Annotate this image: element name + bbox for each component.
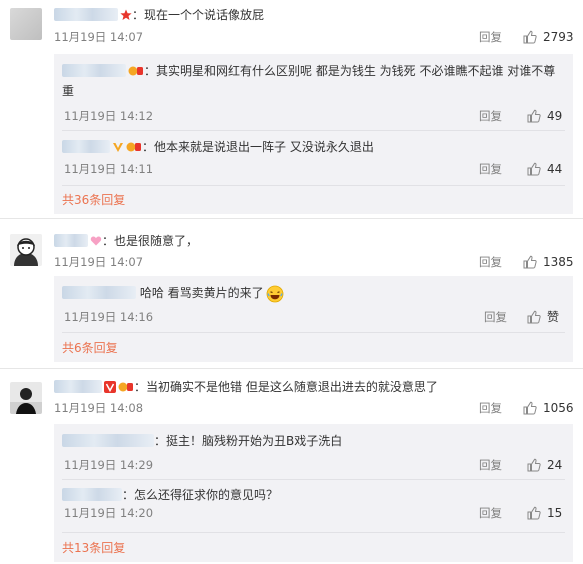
- reply-button[interactable]: 回复: [479, 254, 502, 270]
- thumb-up-icon: [523, 255, 537, 269]
- reply-item: ：怎么还得征求你的意见吗？ 11月19日 14:20 回复 15: [54, 482, 573, 532]
- username[interactable]: [62, 140, 110, 153]
- timestamp: 11月19日 14:11: [64, 162, 154, 176]
- laughing-emoji-icon: [266, 285, 284, 304]
- comment-thread: ：现在一个个说话像放屁 11月19日 14:07 回复 2793 ：其实明星和网…: [0, 0, 583, 214]
- divider: [62, 185, 565, 186]
- divider: [62, 479, 565, 480]
- thumb-up-icon: [523, 30, 537, 44]
- thumb-up-icon: [527, 162, 541, 176]
- reply-text: 哈哈 看骂卖黄片的来了: [139, 286, 264, 300]
- like-count: 44: [547, 162, 563, 176]
- comment-text: ：也是很随意了，: [102, 234, 199, 248]
- heart-badge-icon: [90, 234, 102, 252]
- reply-button[interactable]: 回复: [479, 108, 502, 124]
- comment-thread: ：当初确实不是他错 但是这么随意退出进去的就没意思了 11月19日 14:08 …: [0, 374, 583, 562]
- username[interactable]: [62, 488, 122, 501]
- vip-badge-icon: [118, 380, 134, 398]
- divider: [62, 130, 565, 131]
- like-button[interactable]: 1056: [523, 399, 574, 417]
- vip-badge-icon: [126, 140, 142, 158]
- like-count: 49: [547, 109, 563, 123]
- verified-v-icon: [112, 140, 124, 158]
- reply-text: ：怎么还得征求你的意见吗？: [122, 488, 279, 502]
- like-button[interactable]: 15: [527, 504, 562, 522]
- comment-meta: 11月19日 14:07 回复 2793: [54, 29, 583, 45]
- reply-text: ：他本来就是说退出一阵子 又没说永久退出: [142, 140, 374, 154]
- more-replies-link[interactable]: 共13条回复: [62, 540, 125, 556]
- reply-button[interactable]: 回复: [484, 309, 507, 325]
- like-count: 15: [547, 506, 563, 520]
- timestamp: 11月19日 14:16: [64, 310, 154, 324]
- divider: [62, 532, 565, 533]
- username[interactable]: [62, 434, 154, 447]
- like-button[interactable]: 2793: [523, 28, 574, 46]
- comment-text: ：当初确实不是他错 但是这么随意退出进去的就没意思了: [134, 380, 438, 394]
- reply-button[interactable]: 回复: [479, 400, 502, 416]
- divider: [0, 218, 583, 219]
- like-count: 24: [547, 458, 563, 472]
- like-button[interactable]: 24: [527, 456, 562, 474]
- reply-item: 哈哈 看骂卖黄片的来了 11月19日 14:16 回复 赞: [54, 280, 573, 328]
- star-badge-icon: [120, 8, 132, 26]
- reply-box: ：挺主！脑残粉开始为丑B戏子洗白 11月19日 14:29 回复 24 ：怎么还…: [54, 424, 573, 562]
- like-count: 赞: [547, 310, 560, 324]
- timestamp: 11月19日 14:12: [64, 109, 154, 123]
- more-replies-link[interactable]: 共36条回复: [62, 192, 125, 208]
- avatar[interactable]: [10, 8, 42, 40]
- divider: [0, 368, 583, 369]
- username[interactable]: [62, 64, 126, 77]
- username[interactable]: [54, 380, 102, 393]
- reply-button[interactable]: 回复: [479, 161, 502, 177]
- reply-item: ：挺主！脑残粉开始为丑B戏子洗白 11月19日 14:29 回复 24: [54, 428, 573, 478]
- timestamp: 11月19日 14:20: [64, 506, 154, 520]
- reply-box: 哈哈 看骂卖黄片的来了 11月19日 14:16 回复 赞 共6条回复: [54, 276, 573, 362]
- username[interactable]: [54, 234, 88, 247]
- comment-text: ：现在一个个说话像放屁: [132, 8, 265, 22]
- username[interactable]: [54, 8, 118, 21]
- more-replies-link[interactable]: 共6条回复: [62, 340, 118, 356]
- thumb-up-icon: [527, 458, 541, 472]
- reply-button[interactable]: 回复: [479, 29, 502, 45]
- comment-meta: 11月19日 14:08 回复 1056: [54, 400, 583, 416]
- like-count: 1385: [543, 255, 574, 269]
- reply-button[interactable]: 回复: [479, 505, 502, 521]
- reply-item: ：他本来就是说退出一阵子 又没说永久退出 11月19日 14:11 回复 44: [54, 134, 573, 182]
- comment-thread: ：也是很随意了， 11月19日 14:07 回复 1385 哈哈 看骂卖黄片的来…: [0, 226, 583, 366]
- thumb-up-icon: [527, 506, 541, 520]
- reply-item: ：其实明星和网红有什么区别呢 都是为钱生 为钱死 不必谁瞧不起谁 对谁不尊重 1…: [54, 58, 573, 128]
- reply-text: ：挺主！脑残粉开始为丑B戏子洗白: [154, 434, 343, 448]
- timestamp: 11月19日 14:29: [64, 458, 154, 472]
- avatar[interactable]: [10, 234, 42, 266]
- vip-badge-icon: [128, 64, 144, 82]
- divider: [62, 332, 565, 333]
- like-button[interactable]: 49: [527, 107, 562, 125]
- comment-main: ：也是很随意了，: [54, 232, 573, 250]
- comment-main: ：当初确实不是他错 但是这么随意退出进去的就没意思了: [54, 378, 573, 396]
- reply-box: ：其实明星和网红有什么区别呢 都是为钱生 为钱死 不必谁瞧不起谁 对谁不尊重 1…: [54, 54, 573, 214]
- like-button[interactable]: 1385: [523, 253, 574, 271]
- username[interactable]: [62, 286, 136, 299]
- thumb-up-icon: [527, 310, 541, 324]
- like-button[interactable]: 赞: [527, 308, 559, 326]
- like-button[interactable]: 44: [527, 160, 562, 178]
- like-count: 1056: [543, 401, 574, 415]
- comment-main: ：现在一个个说话像放屁: [54, 6, 573, 24]
- timestamp: 11月19日 14:07: [54, 255, 144, 269]
- timestamp: 11月19日 14:07: [54, 30, 144, 44]
- comment-meta: 11月19日 14:07 回复 1385: [54, 254, 583, 270]
- thumb-up-icon: [523, 401, 537, 415]
- timestamp: 11月19日 14:08: [54, 401, 144, 415]
- like-count: 2793: [543, 30, 574, 44]
- reply-button[interactable]: 回复: [479, 457, 502, 473]
- verified-badge-icon: [104, 380, 116, 398]
- thumb-up-icon: [527, 109, 541, 123]
- avatar[interactable]: [10, 382, 42, 414]
